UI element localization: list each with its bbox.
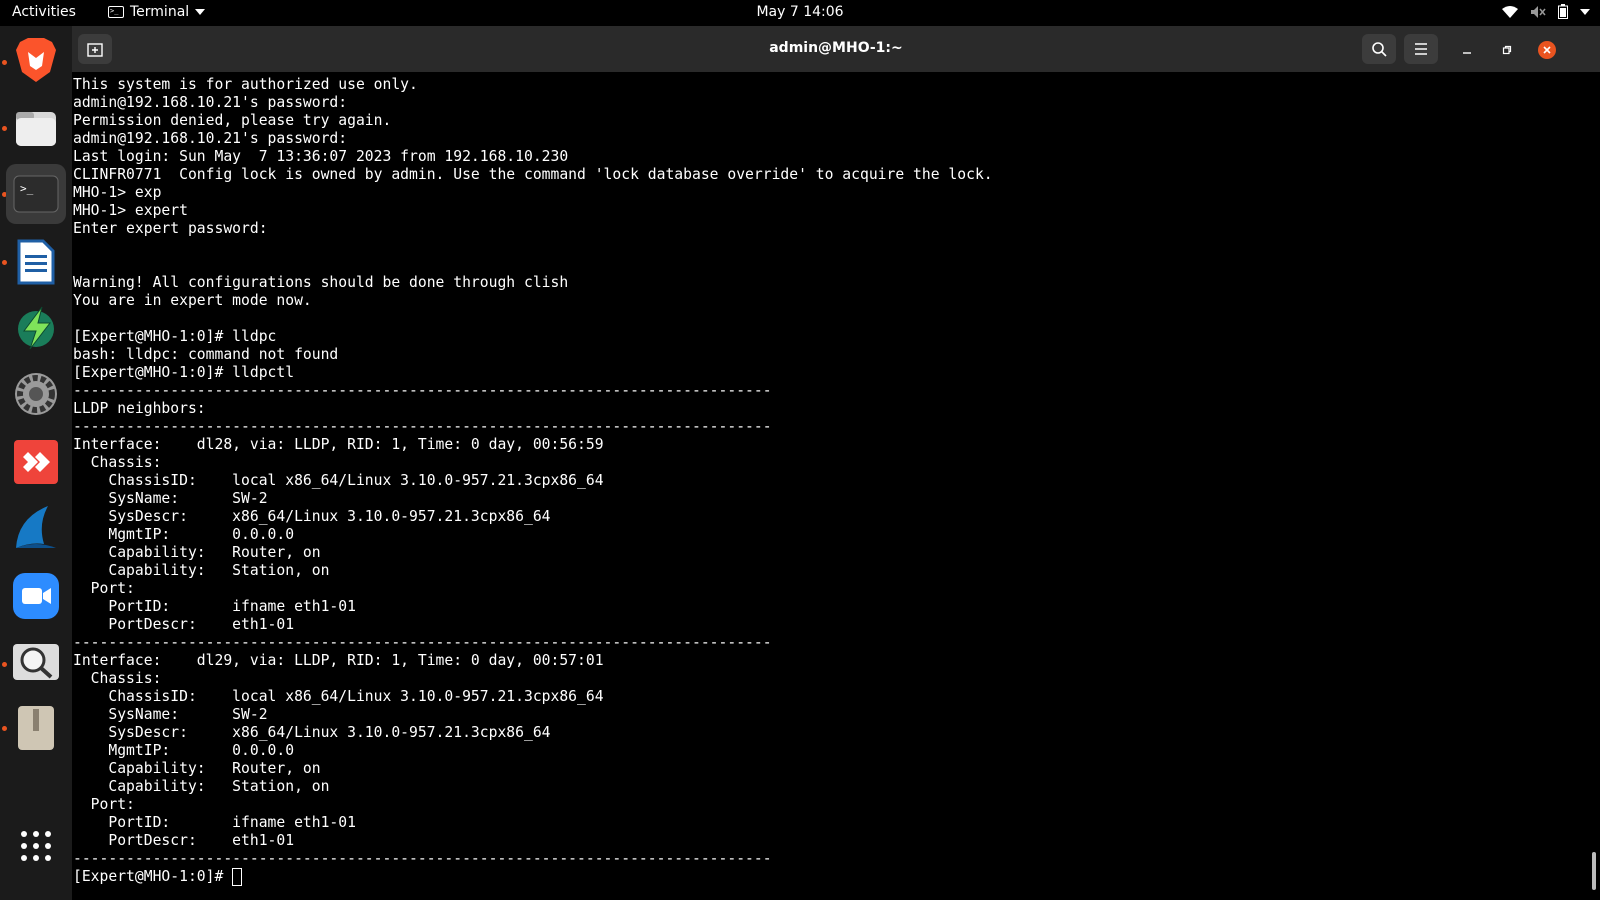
terminal-line: PortDescr: eth1-01 <box>73 616 295 633</box>
anydesk-icon[interactable] <box>6 432 66 492</box>
terminal-line: Capability: Router, on <box>73 760 321 777</box>
terminal-line: ChassisID: local x86_64/Linux 3.10.0-957… <box>73 472 604 489</box>
terminal-line: MgmtIP: 0.0.0.0 <box>73 526 295 543</box>
svg-text:>_: >_ <box>20 182 34 195</box>
system-menu-chevron-icon <box>1580 8 1590 15</box>
show-applications-grid-icon[interactable] <box>6 816 66 876</box>
terminal-line: ----------------------------------------… <box>73 418 772 435</box>
terminal-line: Chassis: <box>73 670 162 687</box>
hamburger-menu-button[interactable] <box>1404 34 1438 64</box>
thunderbolt-app-icon[interactable] <box>6 298 66 358</box>
terminal-line: Port: <box>73 796 135 813</box>
terminal-line: Chassis: <box>73 454 162 471</box>
wifi-icon <box>1502 5 1518 18</box>
terminal-line: [Expert@MHO-1:0]# lldpc <box>73 328 277 345</box>
terminal-app-icon[interactable]: >_ <box>6 164 66 224</box>
terminal-line: Enter expert password: <box>73 220 268 237</box>
terminal-line: ----------------------------------------… <box>73 850 772 867</box>
minimize-icon <box>1463 52 1471 54</box>
terminal-line: SysDescr: x86_64/Linux 3.10.0-957.21.3cp… <box>73 508 551 525</box>
text-cursor <box>232 868 243 886</box>
terminal-line: LLDP neighbors: <box>73 400 206 417</box>
archive-manager-icon[interactable] <box>6 698 66 758</box>
wireshark-icon[interactable] <box>6 498 66 558</box>
search-button[interactable] <box>1362 34 1396 64</box>
zoom-icon[interactable] <box>6 566 66 626</box>
system-tray[interactable] <box>1502 4 1590 19</box>
top-bar: Activities >_ Terminal May 7 14:06 <box>0 0 1600 26</box>
search-icon <box>1372 42 1387 57</box>
battery-icon <box>1558 4 1568 19</box>
scrollbar[interactable] <box>1592 852 1596 890</box>
terminal-line: ----------------------------------------… <box>73 382 772 399</box>
writer-icon[interactable] <box>6 232 66 292</box>
volume-muted-icon <box>1531 5 1546 18</box>
minimize-button[interactable] <box>1458 41 1476 59</box>
terminal-prompt-line[interactable]: [Expert@MHO-1:0]# <box>73 868 993 886</box>
magnifier-icon[interactable] <box>6 632 66 692</box>
terminal-line: Last login: Sun May 7 13:36:07 2023 from… <box>73 148 569 165</box>
terminal-line: SysDescr: x86_64/Linux 3.10.0-957.21.3cp… <box>73 724 551 741</box>
terminal-line: Permission denied, please try again. <box>73 112 392 129</box>
clock[interactable]: May 7 14:06 <box>0 4 1600 20</box>
terminal-line: SysName: SW-2 <box>73 706 268 723</box>
terminal-line: MHO-1> expert <box>73 202 188 219</box>
terminal-line: Capability: Station, on <box>73 778 330 795</box>
terminal-line: PortID: ifname eth1-01 <box>73 598 356 615</box>
dock: >_ <box>0 26 72 900</box>
terminal-line: PortDescr: eth1-01 <box>73 832 295 849</box>
terminal-line: ChassisID: local x86_64/Linux 3.10.0-957… <box>73 688 604 705</box>
maximize-button[interactable] <box>1498 41 1516 59</box>
terminal-line: MgmtIP: 0.0.0.0 <box>73 742 295 759</box>
terminal-text[interactable]: This system is for authorized use only. a… <box>72 76 993 886</box>
restore-icon <box>1502 45 1512 55</box>
terminal-line: This system is for authorized use only. <box>73 76 418 93</box>
terminal-line: admin@192.168.10.21's password: <box>73 94 348 111</box>
terminal-line: Interface: dl29, via: LLDP, RID: 1, Time… <box>73 652 604 669</box>
close-icon <box>1543 46 1551 54</box>
settings-icon[interactable] <box>6 364 66 424</box>
shell-prompt: [Expert@MHO-1:0]# <box>73 868 233 885</box>
terminal-titlebar[interactable]: admin@MHO-1:~ <box>72 26 1600 72</box>
hamburger-icon <box>1415 43 1427 55</box>
files-icon[interactable] <box>6 98 66 158</box>
terminal-line: CLINFR0771 Config lock is owned by admin… <box>73 166 993 183</box>
terminal-line: Capability: Station, on <box>73 562 330 579</box>
terminal-line: PortID: ifname eth1-01 <box>73 814 356 831</box>
terminal-line: Capability: Router, on <box>73 544 321 561</box>
terminal-line: SysName: SW-2 <box>73 490 268 507</box>
terminal-line: Port: <box>73 580 135 597</box>
terminal-output[interactable]: This system is for authorized use only. a… <box>72 72 1600 900</box>
terminal-line: bash: lldpc: command not found <box>73 346 339 363</box>
terminal-line: [Expert@MHO-1:0]# lldpctl <box>73 364 295 381</box>
close-button[interactable] <box>1538 41 1556 59</box>
brave-browser-icon[interactable] <box>6 30 66 90</box>
terminal-line: ----------------------------------------… <box>73 634 772 651</box>
terminal-line: Interface: dl28, via: LLDP, RID: 1, Time… <box>73 436 604 453</box>
terminal-line: Warning! All configurations should be do… <box>73 274 569 291</box>
terminal-line: You are in expert mode now. <box>73 292 312 309</box>
terminal-line: MHO-1> exp <box>73 184 162 201</box>
terminal-line: admin@192.168.10.21's password: <box>73 130 348 147</box>
